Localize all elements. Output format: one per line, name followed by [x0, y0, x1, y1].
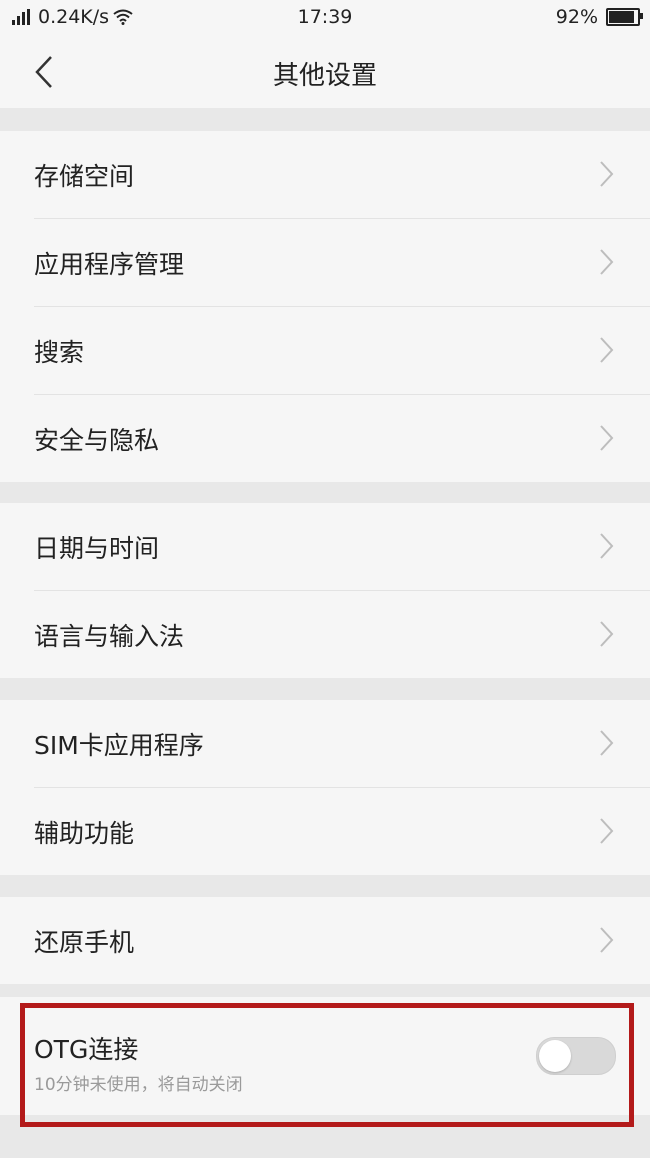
- chevron-right-icon: [600, 425, 614, 451]
- screen: 0.24K/s 17:39 92% 其他设置 存储空间 应用程序管理 搜索 安全…: [0, 0, 650, 1158]
- menu-item-label: 日期与时间: [34, 533, 160, 563]
- nav-bar: 其他设置: [0, 36, 650, 108]
- menu-item-storage[interactable]: 存储空间: [0, 131, 650, 218]
- chevron-right-icon: [600, 249, 614, 275]
- chevron-right-icon: [600, 927, 614, 953]
- menu-item-label: 语言与输入法: [34, 621, 185, 651]
- settings-group-4: 还原手机: [0, 897, 650, 984]
- page-title: 其他设置: [272, 61, 377, 91]
- status-bar: 0.24K/s 17:39 92%: [0, 0, 650, 36]
- menu-item-label: SIM卡应用程序: [34, 730, 204, 760]
- menu-item-label: 搜索: [34, 337, 85, 367]
- chevron-right-icon: [600, 161, 614, 187]
- clock: 17:39: [297, 6, 353, 28]
- menu-item-label: 安全与隐私: [34, 425, 160, 455]
- chevron-right-icon: [600, 621, 614, 647]
- menu-item-label: 辅助功能: [34, 818, 135, 848]
- menu-item-sim-apps[interactable]: SIM卡应用程序: [0, 700, 650, 787]
- chevron-right-icon: [600, 730, 614, 756]
- menu-item-accessibility[interactable]: 辅助功能: [0, 788, 650, 875]
- menu-item-label: 应用程序管理: [34, 249, 185, 279]
- menu-item-date-time[interactable]: 日期与时间: [0, 503, 650, 590]
- settings-group-1: 存储空间 应用程序管理 搜索 安全与隐私: [0, 131, 650, 482]
- menu-item-reset-phone[interactable]: 还原手机: [0, 897, 650, 984]
- menu-item-search[interactable]: 搜索: [0, 307, 650, 394]
- chevron-right-icon: [600, 818, 614, 844]
- status-right: 92%: [555, 6, 643, 28]
- settings-group-3: SIM卡应用程序 辅助功能: [0, 700, 650, 875]
- chevron-right-icon: [600, 533, 614, 559]
- battery-icon: [606, 8, 643, 26]
- menu-item-label: 还原手机: [34, 927, 135, 957]
- highlight-box: [20, 1003, 634, 1127]
- chevron-right-icon: [600, 337, 614, 363]
- menu-item-language-input[interactable]: 语言与输入法: [0, 591, 650, 678]
- settings-group-2: 日期与时间 语言与输入法: [0, 503, 650, 678]
- battery-percent: 92%: [555, 6, 598, 28]
- menu-item-app-management[interactable]: 应用程序管理: [0, 219, 650, 306]
- menu-item-security-privacy[interactable]: 安全与隐私: [0, 395, 650, 482]
- menu-item-label: 存储空间: [34, 161, 135, 191]
